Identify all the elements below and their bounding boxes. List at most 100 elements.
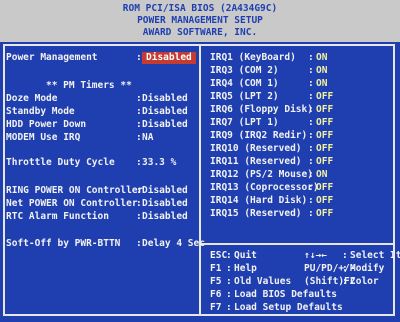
soft-off-label: Soft-Off by PWR-BTTN bbox=[6, 238, 121, 249]
separator: : bbox=[136, 106, 142, 117]
separator: : bbox=[136, 238, 142, 249]
irq-value[interactable]: ON bbox=[316, 169, 327, 181]
divider-vertical bbox=[199, 44, 202, 316]
throttle-duty-cycle-value[interactable]: 33.3 % bbox=[142, 157, 176, 169]
separator: : bbox=[136, 119, 142, 130]
irq-label: IRQ14 (Hard Disk) bbox=[210, 195, 308, 206]
hdd-power-down-label: HDD Power Down bbox=[6, 119, 87, 130]
irq-label: IRQ10 (Reserved) bbox=[210, 143, 302, 154]
separator: : bbox=[308, 65, 314, 76]
irq-label: IRQ5 (LPT 2) bbox=[210, 91, 279, 102]
separator: : bbox=[226, 263, 232, 274]
irq-value[interactable]: OFF bbox=[316, 91, 333, 103]
separator: : bbox=[226, 289, 232, 300]
soft-off-value[interactable]: Delay 4 Sec bbox=[142, 238, 205, 250]
irq-value[interactable]: ON bbox=[316, 52, 327, 64]
separator: : bbox=[308, 130, 314, 141]
arrows-text: Select Item bbox=[350, 250, 400, 261]
f6-key: F6 bbox=[210, 289, 222, 300]
shift-text: Color bbox=[350, 276, 379, 287]
separator: : bbox=[342, 250, 348, 261]
f6-text: Load BIOS Defaults bbox=[234, 289, 337, 300]
irq-value[interactable]: OFF bbox=[316, 195, 333, 207]
irq-label: IRQ15 (Reserved) bbox=[210, 208, 302, 219]
doze-mode-label: Doze Mode bbox=[6, 93, 58, 104]
f5-text: Old Values bbox=[234, 276, 292, 287]
setup-title: POWER MANAGEMENT SETUP bbox=[137, 15, 263, 26]
separator: : bbox=[136, 198, 142, 209]
irq-value[interactable]: OFF bbox=[316, 130, 333, 142]
separator: : bbox=[342, 276, 348, 287]
irq-label: IRQ7 (LPT 1) bbox=[210, 117, 279, 128]
separator: : bbox=[308, 143, 314, 154]
rtc-alarm-label: RTC Alarm Function bbox=[6, 211, 109, 222]
f7-key: F7 bbox=[210, 302, 222, 313]
esc-key: ESC bbox=[210, 250, 228, 261]
separator: : bbox=[226, 276, 232, 287]
irq-value[interactable]: OFF bbox=[316, 156, 333, 168]
separator: : bbox=[308, 182, 314, 193]
irq-label: IRQ3 (COM 2) bbox=[210, 65, 279, 76]
throttle-duty-cycle-label: Throttle Duty Cycle bbox=[6, 157, 115, 168]
irq-label: IRQ1 (KeyBoard) bbox=[210, 52, 296, 63]
pu-key: PU/PD/+/- bbox=[304, 263, 356, 274]
net-power-on-value[interactable]: Disabled bbox=[142, 198, 188, 210]
bios-header: ROM PCI/ISA BIOS (2A434G9C) POWER MANAGE… bbox=[0, 0, 400, 42]
vendor-name: AWARD SOFTWARE, INC. bbox=[142, 27, 258, 38]
rtc-alarm-value[interactable]: Disabled bbox=[142, 211, 188, 223]
pu-text: Modify bbox=[350, 263, 385, 274]
bios-title: ROM PCI/ISA BIOS (2A434G9C) bbox=[122, 3, 278, 14]
separator: : bbox=[308, 91, 314, 102]
power-management-label: Power Management bbox=[6, 52, 98, 63]
separator: : bbox=[308, 52, 314, 63]
f5-key: F5 bbox=[210, 276, 222, 287]
separator: : bbox=[136, 52, 142, 63]
separator: : bbox=[308, 208, 314, 219]
standby-mode-value[interactable]: Disabled bbox=[142, 106, 188, 118]
net-power-on-label: Net POWER ON Controller bbox=[6, 198, 138, 209]
separator: : bbox=[342, 263, 348, 274]
irq-label: IRQ11 (Reserved) bbox=[210, 156, 302, 167]
separator: : bbox=[308, 169, 314, 180]
irq-label: IRQ6 (Floppy Disk) bbox=[210, 104, 313, 115]
separator: : bbox=[226, 302, 232, 313]
separator: : bbox=[308, 156, 314, 167]
separator: : bbox=[136, 157, 142, 168]
irq-label: IRQ4 (COM 1) bbox=[210, 78, 279, 89]
modem-use-irq-label: MODEM Use IRQ bbox=[6, 132, 81, 143]
irq-value[interactable]: OFF bbox=[316, 117, 333, 129]
separator: : bbox=[308, 117, 314, 128]
separator: : bbox=[136, 132, 142, 143]
irq-value[interactable]: ON bbox=[316, 78, 327, 90]
irq-value[interactable]: OFF bbox=[316, 182, 333, 194]
separator: : bbox=[136, 185, 142, 196]
separator: : bbox=[226, 250, 232, 261]
irq-label: IRQ13 (Coprocessor) bbox=[210, 182, 319, 193]
doze-mode-value[interactable]: Disabled bbox=[142, 93, 188, 105]
f1-text: Help bbox=[234, 263, 257, 274]
esc-text: Quit bbox=[234, 250, 257, 261]
f1-key: F1 bbox=[210, 263, 222, 274]
separator: : bbox=[308, 78, 314, 89]
shift-key: (Shift)F2 bbox=[304, 276, 356, 287]
irq-value[interactable]: OFF bbox=[316, 104, 333, 116]
irq-value[interactable]: OFF bbox=[316, 208, 333, 220]
irq-value[interactable]: OFF bbox=[316, 143, 333, 155]
power-management-value[interactable]: Disabled bbox=[142, 52, 196, 64]
modem-use-irq-value[interactable]: NA bbox=[142, 132, 153, 144]
pm-timers-title: ** PM Timers ** bbox=[46, 80, 132, 91]
separator: : bbox=[308, 104, 314, 115]
separator: : bbox=[136, 211, 142, 222]
arrows-key: ↑↓→← bbox=[304, 250, 327, 261]
irq-label: IRQ12 (PS/2 Mouse) bbox=[210, 169, 313, 180]
standby-mode-label: Standby Mode bbox=[6, 106, 75, 117]
hdd-power-down-value[interactable]: Disabled bbox=[142, 119, 188, 131]
separator: : bbox=[136, 93, 142, 104]
divider-horizontal bbox=[201, 243, 395, 245]
ring-power-on-value[interactable]: Disabled bbox=[142, 185, 188, 197]
f7-text: Load Setup Defaults bbox=[234, 302, 343, 313]
ring-power-on-label: RING POWER ON Controller bbox=[6, 185, 144, 196]
irq-label: IRQ9 (IRQ2 Redir) bbox=[210, 130, 308, 141]
irq-value[interactable]: ON bbox=[316, 65, 327, 77]
separator: : bbox=[308, 195, 314, 206]
